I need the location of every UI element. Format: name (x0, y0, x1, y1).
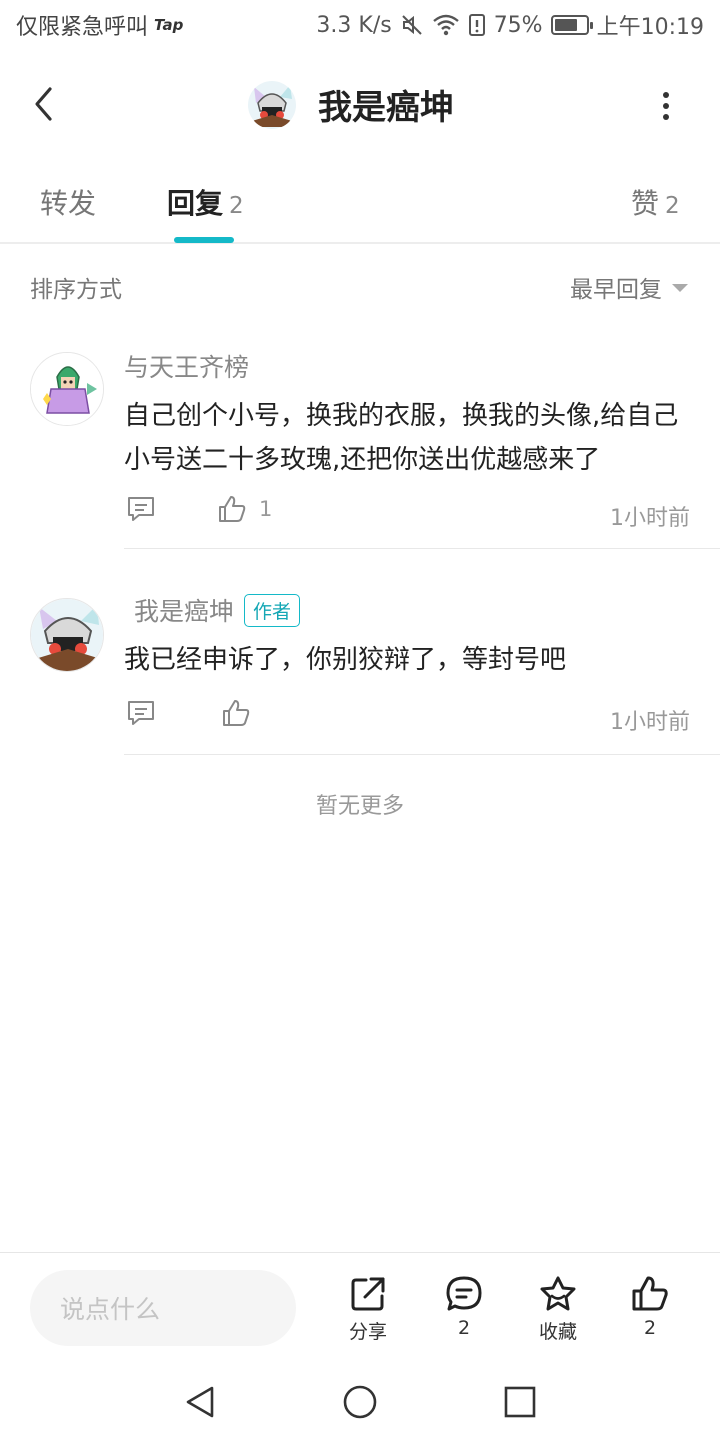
no-more-text: 暂无更多 (315, 794, 404, 819)
sort-value: 最早回复 (570, 277, 662, 303)
thumbs-up-icon (219, 496, 246, 522)
reply-content: 自己创个小号，换我的衣服，换我的头像,给自己小号送二十多玫瑰,还把你送出优越感来… (124, 401, 679, 475)
caret-down-icon (672, 284, 688, 292)
divider (124, 548, 720, 549)
tab-replies[interactable]: 回复 2 (167, 182, 244, 222)
tab-label: 回复 (167, 187, 224, 220)
author-row: 我是癌坤 作者 (134, 592, 301, 628)
avatar[interactable] (248, 80, 296, 129)
reply-time: 1小时前 (610, 506, 690, 531)
tab-likes[interactable]: 赞 2 (631, 182, 680, 222)
reply-actions: 1 1小时前 (124, 494, 690, 534)
tab-count: 2 (229, 193, 244, 219)
thumbs-up-icon (223, 700, 250, 726)
tab-bar: 转发 回复 2 赞 2 (0, 160, 720, 244)
tab-label: 转发 (40, 187, 97, 220)
nav-home-button[interactable] (340, 1382, 380, 1422)
header: 我是癌坤 (0, 50, 720, 158)
like-count: 1 (259, 497, 273, 521)
comment-input-placeholder: 说点什么 (60, 1295, 161, 1324)
reply-time: 1小时前 (610, 710, 690, 735)
reply-comment-button[interactable] (126, 698, 156, 728)
favorite-button[interactable]: 收藏 (518, 1275, 598, 1344)
tab-repost[interactable]: 转发 (40, 182, 96, 222)
sort-label: 排序方式 (30, 277, 122, 303)
like-button[interactable]: 2 (610, 1275, 690, 1339)
system-nav-bar (0, 1364, 720, 1440)
carrier-text: 仅限紧急呼叫 (16, 15, 149, 40)
clock: 上午10:19 (596, 15, 704, 40)
comment-bubble-icon (446, 1276, 482, 1311)
reply-like-button[interactable] (221, 698, 251, 728)
avatar[interactable] (30, 352, 104, 426)
more-dot-icon (663, 103, 669, 109)
status-left: 仅限紧急呼叫 Tap (16, 9, 183, 41)
triangle-back-icon (186, 1386, 214, 1418)
comment-icon (128, 497, 154, 521)
reply-like-button[interactable]: 1 (217, 494, 272, 524)
status-bar: 仅限紧急呼叫 Tap 3.3 K/s 75% 上午10:19 (0, 0, 720, 50)
sort-row: 排序方式 最早回复 (0, 262, 720, 310)
nav-back-button[interactable] (180, 1382, 220, 1422)
reply-comment-button[interactable] (126, 494, 156, 524)
tab-label: 赞 (631, 187, 660, 220)
network-speed: 3.3 K/s (316, 12, 392, 38)
chevron-left-icon (35, 87, 52, 121)
share-button[interactable]: 分享 (328, 1275, 408, 1344)
page-title: 我是癌坤 (318, 88, 454, 128)
like-count: 2 (643, 1317, 657, 1339)
more-options-button[interactable] (652, 86, 680, 126)
favorite-label: 收藏 (538, 1321, 577, 1343)
star-icon (540, 1276, 576, 1311)
more-dot-icon (663, 92, 669, 98)
mute-icon (401, 15, 422, 35)
author-badge: 作者 (244, 593, 301, 627)
divider (124, 754, 720, 755)
battery-fill (554, 19, 578, 31)
bottom-action-bar: 说点什么 分享 2 收藏 2 (0, 1252, 720, 1364)
back-button[interactable] (24, 84, 64, 124)
avatar[interactable] (30, 598, 104, 672)
tap-app-icon: Tap (154, 16, 184, 34)
more-dot-icon (663, 114, 669, 120)
author-row: 与天王齐榜 (124, 348, 249, 384)
share-label: 分享 (348, 1321, 387, 1343)
battery-icon (550, 15, 593, 35)
reply-item: 我是癌坤 作者 我已经申诉了，你别狡辩了，等封号吧 1小时前 (0, 586, 720, 758)
tab-active-indicator (174, 237, 234, 243)
square-recents-icon (504, 1386, 536, 1418)
wifi-icon (432, 14, 459, 36)
reply-item: 与天王齐榜 自己创个小号，换我的衣服，换我的头像,给自己小号送二十多玫瑰,还把你… (0, 340, 720, 552)
status-right: 3.3 K/s 75% 上午10:19 (316, 9, 704, 41)
comment-button[interactable]: 2 (424, 1275, 504, 1339)
comment-count: 2 (457, 1317, 471, 1339)
nav-recents-button[interactable] (500, 1382, 540, 1422)
thumbs-up-icon (632, 1276, 668, 1311)
circle-home-icon (343, 1385, 377, 1419)
sim-alert-icon (468, 14, 485, 36)
author-name[interactable]: 与天王齐榜 (124, 348, 249, 384)
header-title-group[interactable]: 我是癌坤 (248, 80, 454, 129)
reply-content: 我已经申诉了，你别狡辩了，等封号吧 (124, 645, 567, 675)
reply-actions: 1小时前 (124, 698, 690, 738)
tab-count: 2 (665, 193, 680, 219)
sort-dropdown[interactable]: 最早回复 (570, 270, 688, 304)
author-name[interactable]: 我是癌坤 (134, 592, 234, 628)
comment-input[interactable]: 说点什么 (30, 1270, 296, 1346)
battery-percent: 75% (493, 12, 543, 38)
share-icon (351, 1277, 385, 1311)
comment-icon (128, 701, 154, 725)
